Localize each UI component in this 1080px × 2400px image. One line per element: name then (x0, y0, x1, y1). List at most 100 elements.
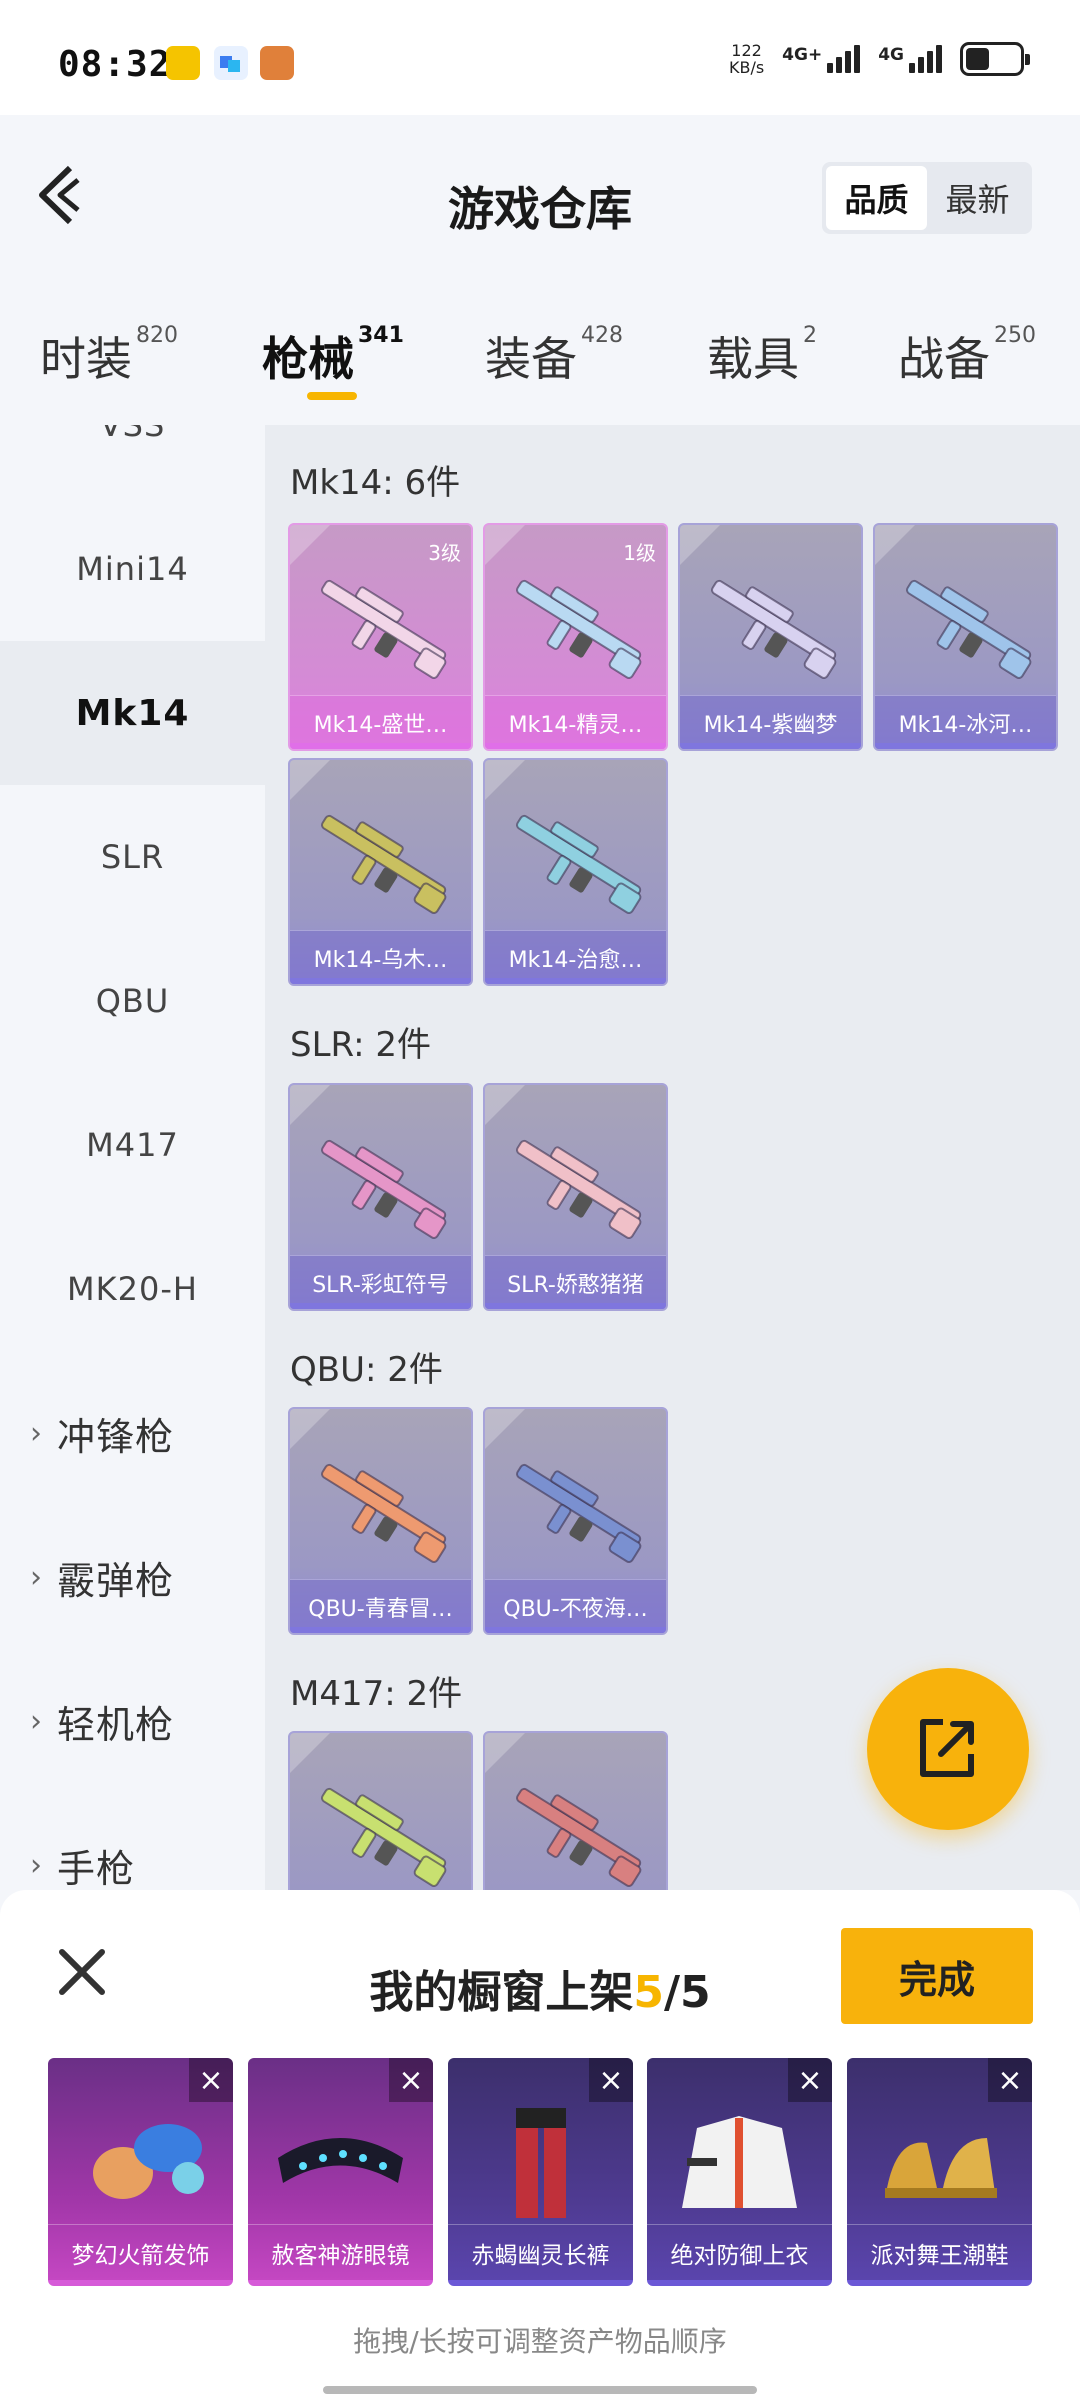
skin-name: SLR-娇憨猪猪 (485, 1255, 666, 1309)
chevron-right-icon: › (30, 1559, 43, 1595)
quality-strip (680, 743, 861, 749)
active-tab-indicator (307, 392, 357, 400)
skin-name: SLR-彩虹符号 (290, 1255, 471, 1309)
remove-item-button[interactable]: × (389, 2058, 433, 2102)
showcase-slot[interactable]: × 赤蝎幽灵长裤 (448, 2058, 633, 2286)
app-notification-icon (214, 46, 248, 80)
skin-card[interactable]: Mk14-治愈… (483, 758, 668, 986)
sort-option-quality[interactable]: 品质 (826, 166, 927, 230)
rifle-icon (711, 579, 837, 679)
tab-vehicles[interactable]: 载具 2 (707, 323, 817, 389)
section-title-mk14: Mk14: 6件 (290, 463, 461, 503)
quality-strip (875, 743, 1056, 749)
item-thumbnail (93, 2124, 204, 2199)
showcase-slot[interactable]: × 赦客神游眼镜 (248, 2058, 433, 2286)
skin-card[interactable]: SLR-彩虹符号 (288, 1083, 473, 1311)
skin-card[interactable]: QBU-不夜海… (483, 1407, 668, 1635)
showcase-slot[interactable]: × 梦幻火箭发饰 (48, 2058, 233, 2286)
battery-icon (960, 42, 1030, 76)
rifle-icon (516, 579, 642, 679)
rifle-icon (321, 814, 447, 914)
skin-name: Mk14-紫幽梦 (680, 695, 861, 749)
section-title-m417: M417: 2件 (290, 1674, 463, 1714)
item-name: 赦客神游眼镜 (248, 2224, 433, 2280)
skin-name: Mk14-精灵… (485, 695, 666, 749)
quality-strip (290, 1303, 471, 1309)
rifle-icon (321, 579, 447, 679)
sidebar-item-mini14[interactable]: Mini14 (0, 497, 265, 641)
remove-item-button[interactable]: × (589, 2058, 633, 2102)
quality-strip (485, 743, 666, 749)
sort-option-newest[interactable]: 最新 (927, 166, 1028, 230)
status-time: 08:32 (58, 44, 172, 85)
rifle-icon (516, 814, 642, 914)
quality-strip (290, 743, 471, 749)
done-button[interactable]: 完成 (841, 1928, 1033, 2024)
section-title-slr: SLR: 2件 (290, 1025, 431, 1065)
item-thumbnail (682, 2116, 797, 2208)
item-name: 绝对防御上衣 (647, 2224, 832, 2280)
rifle-icon (321, 1463, 447, 1563)
sidebar-item-mk20h[interactable]: MK20-H (0, 1217, 265, 1361)
skin-name: Mk14-乌木… (290, 930, 471, 984)
category-tabs: 时装 820 枪械 341 装备 428 载具 2 战备 250 (0, 275, 1080, 425)
rifle-icon (321, 1787, 447, 1887)
header: 游戏仓库 品质 最新 (0, 115, 1080, 275)
signal-icon: 4G+ (782, 45, 861, 73)
item-thumbnail (516, 2108, 566, 2218)
sidebar-group-pistol[interactable]: › 手枪 (0, 1793, 265, 1891)
section-title-qbu: QBU: 2件 (290, 1350, 443, 1390)
skin-name: Mk14-盛世… (290, 695, 471, 749)
sidebar-group-smg[interactable]: › 冲锋枪 (0, 1361, 265, 1505)
skin-card[interactable]: Mk14-乌木… (288, 758, 473, 986)
home-indicator[interactable] (323, 2386, 757, 2394)
showcase-slot[interactable]: × 派对舞王潮鞋 (847, 2058, 1032, 2286)
sidebar-group-shotgun[interactable]: › 霰弹枪 (0, 1505, 265, 1649)
showcase-slot[interactable]: × 绝对防御上衣 (647, 2058, 832, 2286)
app-notification-icon (166, 46, 200, 80)
rifle-icon (516, 1139, 642, 1239)
sidebar-item-slr[interactable]: SLR (0, 785, 265, 929)
remove-item-button[interactable]: × (988, 2058, 1032, 2102)
item-name: 赤蝎幽灵长裤 (448, 2224, 633, 2280)
item-name: 派对舞王潮鞋 (847, 2224, 1032, 2280)
skin-name: Mk14-冰河… (875, 695, 1056, 749)
sidebar-item-vss[interactable]: VSS (0, 425, 265, 497)
skin-card[interactable] (288, 1731, 473, 1890)
sidebar-item-m417[interactable]: M417 (0, 1073, 265, 1217)
item-thumbnail (278, 2138, 403, 2183)
skin-name: QBU-不夜海… (485, 1579, 666, 1633)
tab-equipment[interactable]: 装备 428 (485, 323, 623, 389)
chevron-right-icon: › (30, 1415, 43, 1451)
skin-card[interactable]: Mk14-紫幽梦 (678, 523, 863, 751)
sidebar-item-qbu[interactable]: QBU (0, 929, 265, 1073)
reorder-hint: 拖拽/长按可调整资产物品顺序 (353, 2325, 727, 2358)
sidebar-group-lmg[interactable]: › 轻机枪 (0, 1649, 265, 1793)
rifle-icon (321, 1139, 447, 1239)
chevron-right-icon: › (30, 1703, 43, 1739)
share-button[interactable] (867, 1668, 1029, 1830)
quality-strip (290, 978, 471, 984)
item-name: 梦幻火箭发饰 (48, 2224, 233, 2280)
tab-supplies[interactable]: 战备 250 (898, 323, 1036, 389)
remove-item-button[interactable]: × (189, 2058, 233, 2102)
chevron-right-icon: › (30, 1847, 43, 1883)
sidebar-item-mk14[interactable]: Mk14 (0, 641, 265, 785)
skin-card[interactable]: QBU-青春冒… (288, 1407, 473, 1635)
quality-strip (485, 978, 666, 984)
showcase-sheet: 我的橱窗上架5/5 完成 × 梦幻火箭发饰 × 赦客神游眼镜 × 赤蝎幽灵长裤 × 绝对… (0, 1890, 1080, 2400)
skin-card[interactable]: Mk14-冰河… (873, 523, 1058, 751)
skin-card[interactable]: 3级 Mk14-盛世… (288, 523, 473, 751)
tab-firearms[interactable]: 枪械 341 (262, 323, 404, 389)
skin-card[interactable]: 1级 Mk14-精灵… (483, 523, 668, 751)
weapon-sidebar: VSS Mini14 Mk14 SLR QBU M417 MK20-H › 冲锋枪… (0, 425, 265, 1890)
skin-card[interactable] (483, 1731, 668, 1890)
skin-name: QBU-青春冒… (290, 1579, 471, 1633)
quality-strip (485, 1627, 666, 1633)
skin-card[interactable]: SLR-娇憨猪猪 (483, 1083, 668, 1311)
app-notification-icon (260, 46, 294, 80)
share-icon (920, 1719, 974, 1777)
remove-item-button[interactable]: × (788, 2058, 832, 2102)
tab-outfits[interactable]: 时装 820 (40, 323, 178, 389)
rifle-icon (516, 1463, 642, 1563)
